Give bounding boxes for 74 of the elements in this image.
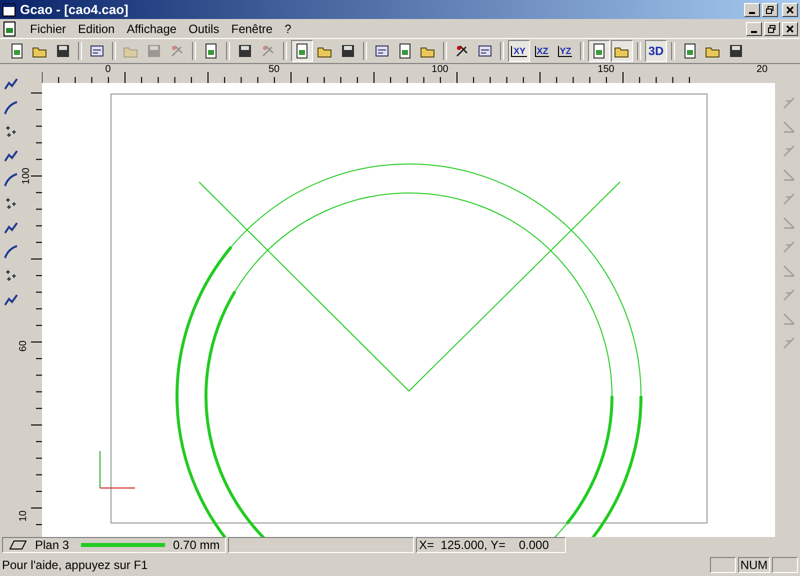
num-lock-indicator: NUM <box>740 558 768 572</box>
close-icon <box>786 6 794 14</box>
toolbar-button[interactable] <box>611 40 633 62</box>
points-icon <box>3 268 19 284</box>
ruler-label: 100 <box>20 168 32 184</box>
curve-icon <box>3 172 19 188</box>
curve-icon <box>3 100 19 116</box>
toolbar-button[interactable]: 3D <box>645 40 667 62</box>
coordinates: X= 125.000, Y= 0.000 <box>419 538 549 552</box>
restore-icon <box>766 6 774 14</box>
ruler-label: 10 <box>18 510 30 522</box>
menu-item[interactable]: Fenêtre <box>225 22 279 36</box>
window-icon <box>477 43 493 59</box>
toolbar-button[interactable]: YZ <box>554 40 576 62</box>
polyline-icon <box>3 148 19 164</box>
close-icon <box>786 24 794 32</box>
window-icon <box>89 43 105 59</box>
line-icon <box>781 119 797 135</box>
ruler-label: 20 <box>756 64 768 75</box>
new-document-icon <box>682 43 698 59</box>
diagonal-line-icon <box>781 143 797 159</box>
toolbar-button[interactable]: XY <box>508 40 530 62</box>
diagonal-line-icon <box>781 287 797 303</box>
line-width: 0.70 mm <box>173 538 220 552</box>
menu-item[interactable]: ? <box>278 22 298 36</box>
status-panel <box>710 557 736 573</box>
minimize-button[interactable] <box>744 2 760 16</box>
polyline-icon <box>3 76 19 92</box>
new-document-icon <box>591 43 607 59</box>
new-document-icon <box>9 43 25 59</box>
toolbar-button[interactable] <box>588 40 610 62</box>
window-title: Gcao - [cao4.cao] <box>20 2 128 17</box>
minimize-button[interactable] <box>746 22 762 36</box>
polyline-icon <box>3 220 19 236</box>
origin-axes-drawing <box>100 450 136 488</box>
status-panel <box>772 557 798 573</box>
line-icon <box>781 215 797 231</box>
window-icon <box>374 43 390 59</box>
points-icon <box>3 124 19 140</box>
diagonal-line-icon <box>781 95 797 111</box>
menu-item[interactable]: Fichier <box>24 22 72 36</box>
ruler-label: 60 <box>18 340 30 352</box>
points-icon <box>3 196 19 212</box>
line-icon <box>781 311 797 327</box>
curve-icon <box>3 244 19 260</box>
restore-button[interactable] <box>764 22 780 36</box>
close-button[interactable] <box>782 22 798 36</box>
minimize-icon <box>749 12 755 14</box>
help-text: Pour l'aide, appuyez sur F1 <box>2 558 148 572</box>
new-document-icon <box>397 43 413 59</box>
polyline-icon <box>3 292 19 308</box>
minimize-icon <box>751 30 757 32</box>
app-icon <box>2 2 16 16</box>
line-icon <box>781 167 797 183</box>
menu-item[interactable]: Edition <box>72 22 121 36</box>
restore-icon <box>768 24 776 32</box>
ruler-label: 150 <box>598 64 614 75</box>
toolbar-button[interactable]: XZ <box>531 40 553 62</box>
menu-item[interactable]: Affichage <box>120 22 183 36</box>
restore-button[interactable] <box>762 2 778 16</box>
ruler-label: 0 <box>105 64 111 75</box>
diagonal-line-icon <box>781 239 797 255</box>
ruler-label: 100 <box>432 64 448 75</box>
new-document-icon <box>294 43 310 59</box>
diagonal-line-icon <box>781 335 797 351</box>
diagonal-line-icon <box>781 191 797 207</box>
layer-name: Plan 3 <box>35 538 70 552</box>
menu-item[interactable]: Outils <box>182 22 226 36</box>
layer-icon <box>9 540 27 550</box>
line-icon <box>781 263 797 279</box>
close-button[interactable] <box>782 2 798 16</box>
ruler-label: 50 <box>268 64 280 75</box>
new-document-icon <box>203 43 219 59</box>
toolbar-button[interactable] <box>291 40 313 62</box>
